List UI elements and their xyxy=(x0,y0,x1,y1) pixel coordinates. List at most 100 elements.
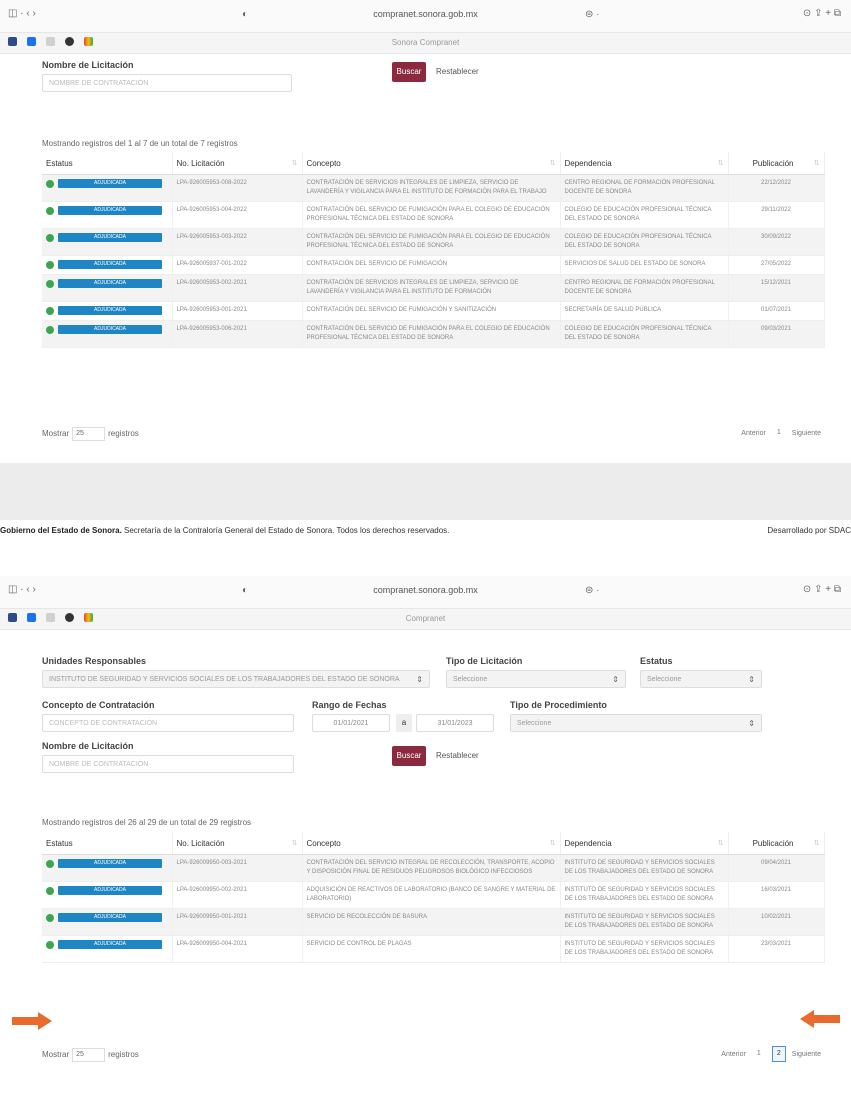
status-badge: ADJUDICADA xyxy=(58,260,162,269)
address-bar[interactable]: compranet.sonora.gob.mx xyxy=(0,585,851,595)
concepto-input[interactable]: CONCEPTO DE CONTRATACIÓN xyxy=(42,714,294,732)
col-licitacion[interactable]: No. Licitación ⇅ xyxy=(172,832,303,855)
table-row[interactable]: ADJUDICADA LPA-926009950-003-2021 CONTRATA… xyxy=(42,854,825,882)
registros-label: registros xyxy=(108,429,139,439)
col-dependencia[interactable]: Dependencia ⇅ xyxy=(560,152,729,175)
nombre-input[interactable]: NOMBRE DE CONTRATACIÓN xyxy=(42,74,292,92)
concepto-cell: SERVICIO DE CONTROL DE PLAGAS xyxy=(302,935,561,963)
pager-anterior[interactable]: Anterior xyxy=(721,1051,746,1058)
footer-credit: Gobierno del Estado de Sonora. Secretarí… xyxy=(0,526,450,535)
estatus-cell: ADJUDICADA xyxy=(42,301,173,322)
page-size-control: Mostrar 25 registros xyxy=(42,1048,139,1062)
status-dot xyxy=(46,206,54,215)
licitacion-cell[interactable]: LPA-926005953-008-2022 xyxy=(172,174,303,202)
status-badge: ADJUDICADA xyxy=(58,325,162,335)
tab-title[interactable]: Compranet xyxy=(0,614,851,623)
status-dot xyxy=(46,325,54,334)
table-row[interactable]: ADJUDICADA LPA-926009950-001-2021 SERVICIO… xyxy=(42,908,825,936)
col-publicacion[interactable]: Publicación ⇅ xyxy=(728,152,825,175)
licitacion-cell[interactable]: LPA-926005953-006-2021 xyxy=(172,320,303,349)
pager-anterior[interactable]: Anterior xyxy=(741,430,766,437)
licitacion-cell[interactable]: LPA-926005937-001-2022 xyxy=(172,255,303,276)
arrow-right-icon xyxy=(12,1012,52,1030)
nombre-label: Nombre de Licitación xyxy=(42,741,134,751)
licitacion-cell[interactable]: LPA-926009950-001-2021 xyxy=(172,908,303,936)
table-row[interactable]: ADJUDICADA LPA-926005953-004-2022 CONTRATA… xyxy=(42,201,825,229)
reader-icon[interactable]: ⊜ · xyxy=(585,585,600,596)
estatus-cell: ADJUDICADA xyxy=(42,854,173,882)
fecha-inicio-input[interactable]: 01/01/2021 xyxy=(312,714,390,732)
licitacion-cell[interactable]: LPA-926005953-001-2021 xyxy=(172,301,303,322)
pager-page-2[interactable]: 2 xyxy=(771,1046,786,1062)
fecha-fin-input[interactable]: 31/01/2023 xyxy=(416,714,494,732)
licitacion-cell[interactable]: LPA-926005953-003-2022 xyxy=(172,228,303,256)
licitacion-cell[interactable]: LPA-926009950-004-2021 xyxy=(172,935,303,963)
unidades-select[interactable]: INSTITUTO DE SEGURIDAD Y SERVICIOS SOCIA… xyxy=(42,670,430,688)
restablecer-button[interactable]: Restablecer xyxy=(436,62,479,82)
screenshot-results-second: ◫ · ‹ › ◐ compranet.sonora.gob.mx ⊜ · ⊙ … xyxy=(0,576,851,1093)
dependencia-cell: INSTITUTO DE SEGURIDAD Y SERVICIOS SOCIA… xyxy=(560,935,729,963)
page-size-select[interactable]: 25 xyxy=(72,1048,106,1062)
procedimiento-select[interactable]: Seleccione ⇕ xyxy=(510,714,762,732)
publicacion-cell: 10/02/2021 xyxy=(728,908,825,936)
pager-siguiente[interactable]: Siguiente xyxy=(792,430,821,437)
table-row[interactable]: ADJUDICADA LPA-926005937-001-2022 CONTRATA… xyxy=(42,255,825,276)
estatus-cell: ADJUDICADA xyxy=(42,255,173,276)
col-estatus[interactable]: Estatus xyxy=(42,152,173,175)
results-table: Estatus No. Licitación ⇅ Concepto ⇅ Depend… xyxy=(42,832,825,963)
registros-label: registros xyxy=(108,1050,139,1060)
restablecer-button[interactable]: Restablecer xyxy=(436,746,479,766)
concepto-cell: CONTRATACIÓN DEL SERVICIO DE FUMIGACIÓN … xyxy=(302,201,561,229)
concepto-cell: CONTRATACIÓN DEL SERVICIO DE FUMIGACIÓN xyxy=(302,255,561,276)
estatus-cell: ADJUDICADA xyxy=(42,228,173,256)
concepto-cell: CONTRATACIÓN DEL SERVICIO INTEGRAL DE RE… xyxy=(302,854,561,882)
licitacion-cell[interactable]: LPA-926005953-004-2022 xyxy=(172,201,303,229)
licitacion-cell[interactable]: LPA-926009950-002-2021 xyxy=(172,881,303,909)
tipo-select[interactable]: Seleccione ⇕ xyxy=(446,670,626,688)
status-badge: ADJUDICADA xyxy=(58,279,162,289)
pagination: Anterior 1 2 Siguiente xyxy=(721,1046,821,1062)
nombre-input[interactable]: NOMBRE DE CONTRATACIÓN xyxy=(42,755,294,773)
table-row[interactable]: ADJUDICADA LPA-926005953-001-2021 CONTRATA… xyxy=(42,301,825,322)
col-licitacion[interactable]: No. Licitación ⇅ xyxy=(172,152,303,175)
pager-siguiente[interactable]: Siguiente xyxy=(792,1051,821,1058)
dependencia-cell: INSTITUTO DE SEGURIDAD Y SERVICIOS SOCIA… xyxy=(560,908,729,936)
estatus-cell: ADJUDICADA xyxy=(42,201,173,229)
dependencia-cell: SECRETARÍA DE SALUD PÚBLICA xyxy=(560,301,729,322)
records-info: Mostrando registros del 26 al 29 de un t… xyxy=(42,818,252,827)
status-dot xyxy=(46,279,54,288)
estatus-select[interactable]: Seleccione ⇕ xyxy=(640,670,762,688)
status-dot xyxy=(46,913,54,922)
status-dot xyxy=(46,260,54,269)
col-publicacion[interactable]: Publicación ⇅ xyxy=(728,832,825,855)
table-row[interactable]: ADJUDICADA LPA-926005953-008-2022 CONTRATA… xyxy=(42,174,825,202)
page-size-control: Mostrar 25 registros xyxy=(42,427,139,441)
browser-actions[interactable]: ⊙ ⇪ + ⧉ xyxy=(803,8,841,19)
address-bar[interactable]: compranet.sonora.gob.mx xyxy=(0,9,851,19)
pagination: Anterior 1 Siguiente xyxy=(741,425,821,441)
table-row[interactable]: ADJUDICADA LPA-926005953-003-2022 CONTRATA… xyxy=(42,228,825,256)
pager-page-1[interactable]: 1 xyxy=(772,425,786,441)
col-concepto[interactable]: Concepto ⇅ xyxy=(302,832,561,855)
pager-page-1[interactable]: 1 xyxy=(752,1046,766,1062)
page-size-select[interactable]: 25 xyxy=(72,427,106,441)
estatus-cell: ADJUDICADA xyxy=(42,274,173,303)
table-row[interactable]: ADJUDICADA LPA-926005953-002-2021 CONTRATA… xyxy=(42,274,825,303)
rango-label: Rango de Fechas xyxy=(312,700,387,710)
reader-icon[interactable]: ⊜ · xyxy=(585,9,600,20)
table-row[interactable]: ADJUDICADA LPA-926005953-006-2021 CONTRATA… xyxy=(42,320,825,349)
col-concepto[interactable]: Concepto ⇅ xyxy=(302,152,561,175)
col-dependencia[interactable]: Dependencia ⇅ xyxy=(560,832,729,855)
mostrar-label: Mostrar xyxy=(42,1050,70,1060)
browser-actions[interactable]: ⊙ ⇪ + ⧉ xyxy=(803,584,841,595)
licitacion-cell[interactable]: LPA-926009950-003-2021 xyxy=(172,854,303,882)
buscar-button[interactable]: Buscar xyxy=(392,746,426,766)
table-row[interactable]: ADJUDICADA LPA-926009950-004-2021 SERVICIO… xyxy=(42,935,825,963)
fecha-separator: a xyxy=(396,714,412,732)
licitacion-cell[interactable]: LPA-926005953-002-2021 xyxy=(172,274,303,303)
buscar-button[interactable]: Buscar xyxy=(392,62,426,82)
col-estatus[interactable]: Estatus xyxy=(42,832,173,855)
table-row[interactable]: ADJUDICADA LPA-926009950-002-2021 ADQUISIC… xyxy=(42,881,825,909)
footer-band xyxy=(0,463,851,520)
tab-title[interactable]: Sonora Compranet xyxy=(0,38,851,47)
